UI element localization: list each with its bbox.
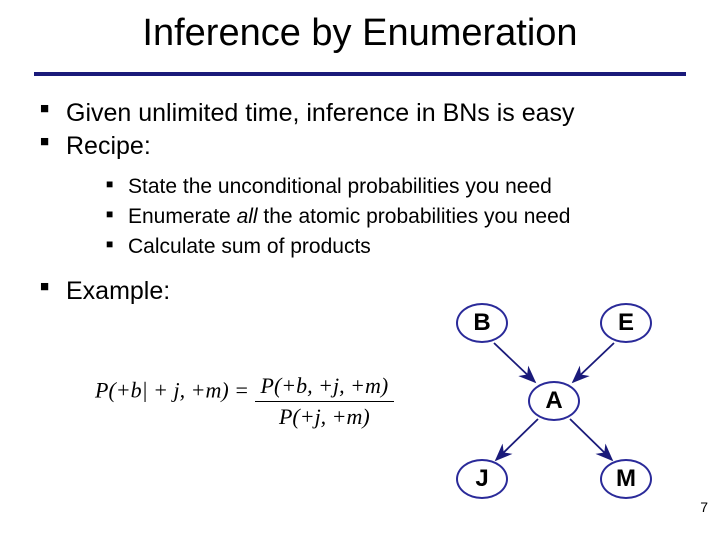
slide-title: Inference by Enumeration: [0, 12, 720, 55]
slide: Inference by Enumeration Given unlimited…: [0, 0, 720, 540]
formula-denominator: P(+j, +m): [255, 401, 395, 430]
sub-bullet-list: State the unconditional probabilities yo…: [106, 173, 686, 262]
formula-numerator: P(+b, +j, +m): [255, 373, 395, 401]
formula-lhs: P(+b| + j, +m) =: [95, 378, 249, 403]
sub2-em: all: [237, 205, 258, 228]
sub2-pre: Enumerate: [128, 205, 237, 228]
bullet-2: Recipe: State the unconditional probabil…: [40, 131, 686, 261]
node-j: J: [456, 459, 508, 499]
slide-body: Given unlimited time, inference in BNs i…: [40, 98, 686, 309]
bullet-2-text: Recipe:: [66, 132, 151, 160]
sub-bullet-3: Calculate sum of products: [106, 233, 686, 261]
bullet-list: Given unlimited time, inference in BNs i…: [40, 98, 686, 307]
formula-block: P(+b| + j, +m) = P(+b, +j, +m) P(+j, +m): [95, 355, 394, 430]
node-m: M: [600, 459, 652, 499]
bayes-net-graph: B E A J M: [450, 295, 660, 505]
sub-bullet-1: State the unconditional probabilities yo…: [106, 173, 686, 201]
sub2-post: the atomic probabilities you need: [258, 205, 571, 228]
node-b: B: [456, 303, 508, 343]
bullet-1: Given unlimited time, inference in BNs i…: [40, 98, 686, 129]
node-a: A: [528, 381, 580, 421]
page-number: 7: [700, 499, 708, 515]
title-underline: [34, 72, 686, 76]
sub-bullet-2: Enumerate all the atomic probabilities y…: [106, 203, 686, 231]
node-e: E: [600, 303, 652, 343]
formula-fraction: P(+b, +j, +m) P(+j, +m): [255, 373, 395, 430]
